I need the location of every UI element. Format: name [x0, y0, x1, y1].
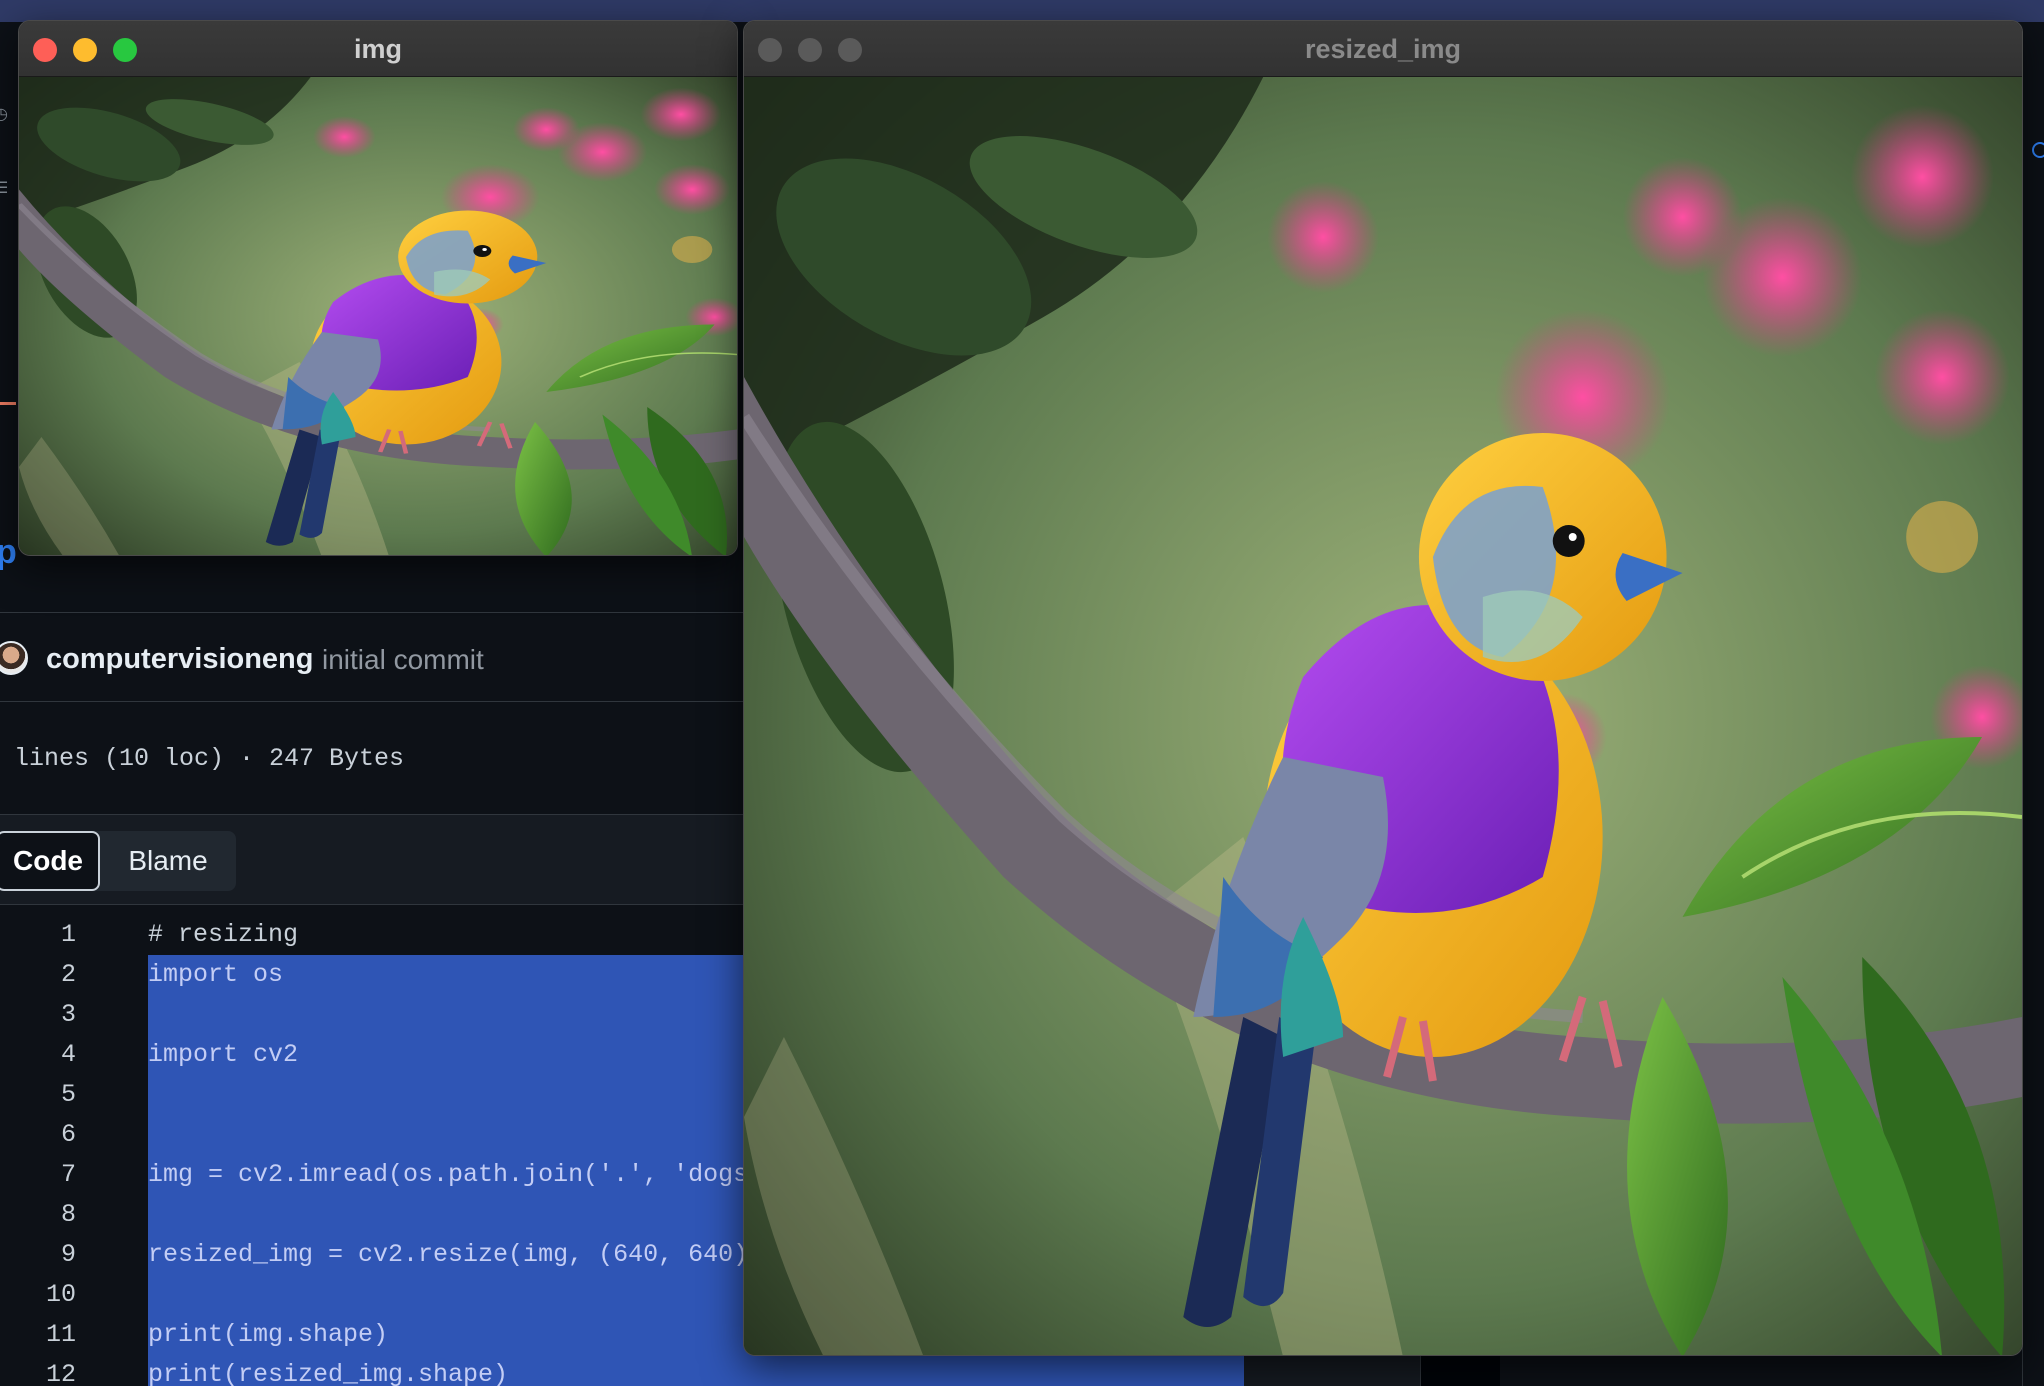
photo-drawing — [19, 77, 737, 556]
code-view-tabs: Code Blame — [0, 815, 745, 905]
line-number[interactable]: 1 — [0, 915, 76, 955]
page-panel-divider — [1420, 1356, 1500, 1386]
window-title: img — [353, 34, 402, 64]
chevron-right-icon[interactable]: › — [0, 260, 12, 278]
line-number[interactable]: 4 — [0, 1035, 76, 1075]
line-number[interactable]: 11 — [0, 1315, 76, 1355]
line-number[interactable]: 3 — [0, 995, 76, 1035]
commit-message[interactable]: initial commit — [322, 644, 484, 676]
right-page-edge — [2022, 82, 2044, 1386]
image-window-resized[interactable]: resized_img — [743, 20, 2023, 1356]
line-number[interactable]: 7 — [0, 1155, 76, 1195]
line-number[interactable]: 9 — [0, 1235, 76, 1275]
image-window-original[interactable]: img — [18, 20, 738, 556]
photo-drawing — [744, 77, 2022, 1356]
line-number[interactable]: 2 — [0, 955, 76, 995]
title-bar[interactable]: img — [19, 21, 737, 77]
code-text: print(img.shape) — [148, 1320, 389, 1349]
code-text: # resizing — [148, 920, 299, 949]
bird-on-branch-image — [19, 77, 737, 556]
desktop-background — [0, 0, 2044, 22]
sidebar-link-fragment[interactable]: p — [0, 532, 17, 572]
code-line: 12 print(resized_img.shape) — [0, 1355, 1420, 1386]
active-nav-indicator — [0, 402, 16, 405]
code-text: resized_img = cv2.resize(img, (640, 640) — [148, 1240, 749, 1269]
search-icon[interactable] — [2032, 142, 2044, 158]
line-number[interactable]: 10 — [0, 1275, 76, 1315]
code-text: import cv2 — [148, 1040, 299, 1069]
code-text: import os — [148, 960, 284, 989]
list-icon[interactable]: ☰ — [0, 180, 12, 198]
tab-group: Code Blame — [0, 831, 236, 891]
avatar[interactable] — [0, 641, 28, 675]
code-text: img = cv2.imread(os.path.join('.', 'dogs — [148, 1160, 749, 1189]
window-title: resized_img — [1304, 34, 1462, 64]
line-number[interactable]: 12 — [0, 1355, 76, 1386]
line-number[interactable]: 8 — [0, 1195, 76, 1235]
file-info: lines (10 loc) · 247 Bytes — [14, 744, 405, 773]
history-icon[interactable]: ◷ — [0, 106, 12, 124]
tab-blame[interactable]: Blame — [100, 831, 236, 891]
tab-code[interactable]: Code — [0, 831, 100, 891]
code-text: print(resized_img.shape) — [148, 1360, 509, 1386]
bird-on-branch-image — [744, 77, 2022, 1356]
file-info-bar: lines (10 loc) · 247 Bytes — [0, 702, 745, 815]
line-number[interactable]: 6 — [0, 1115, 76, 1155]
commit-author[interactable]: computervisioneng — [46, 643, 314, 676]
page-panel-edge — [1244, 1356, 1424, 1386]
latest-commit-bar: computervisioneng initial commit — [0, 612, 745, 702]
title-bar[interactable]: resized_img — [744, 21, 2022, 77]
line-number[interactable]: 5 — [0, 1075, 76, 1115]
